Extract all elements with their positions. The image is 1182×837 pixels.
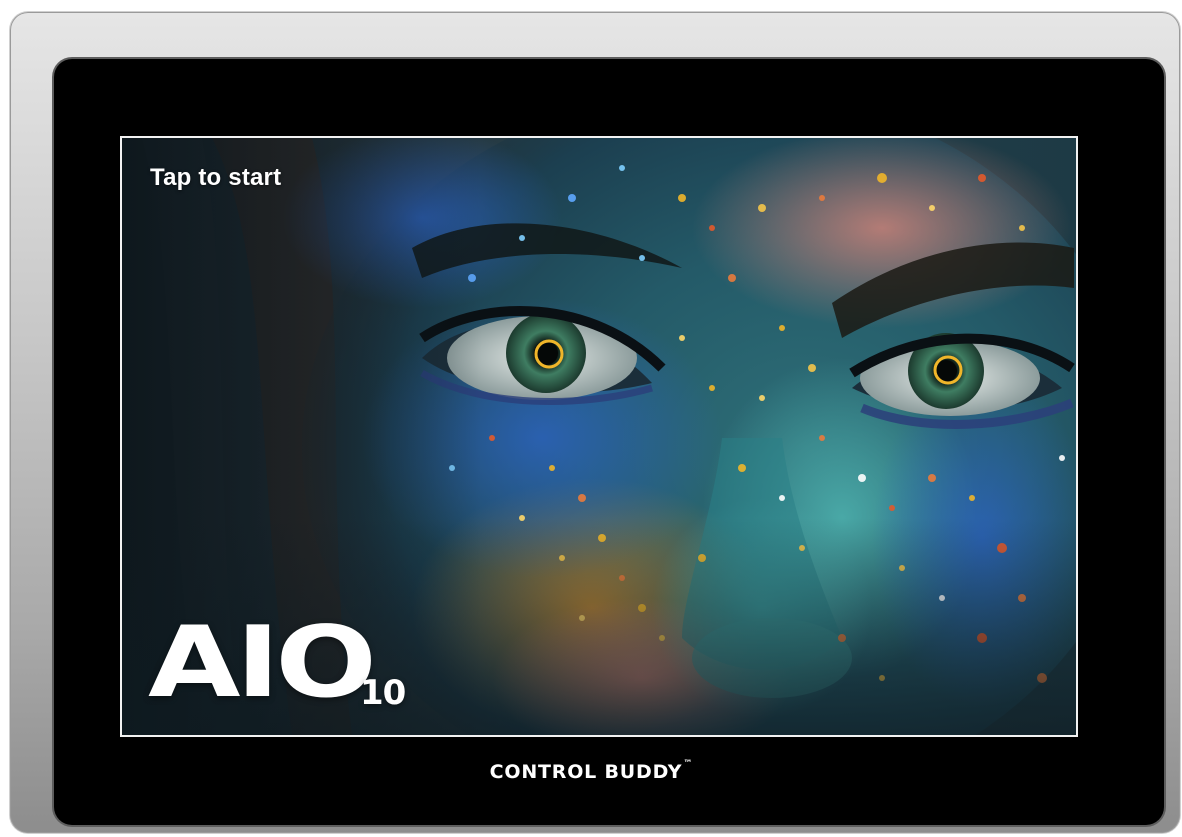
- touch-screen[interactable]: Tap to start AIO 10: [120, 136, 1078, 737]
- model-logo: AIO 10: [148, 614, 406, 712]
- model-name: AIO: [148, 606, 377, 720]
- brand-name: CONTROL BUDDY: [489, 761, 683, 783]
- model-size: 10: [360, 673, 406, 713]
- brand-wordmark: CONTROL BUDDY™: [0, 759, 1182, 783]
- trademark-symbol: ™: [683, 759, 693, 769]
- tap-to-start-prompt[interactable]: Tap to start: [150, 164, 281, 192]
